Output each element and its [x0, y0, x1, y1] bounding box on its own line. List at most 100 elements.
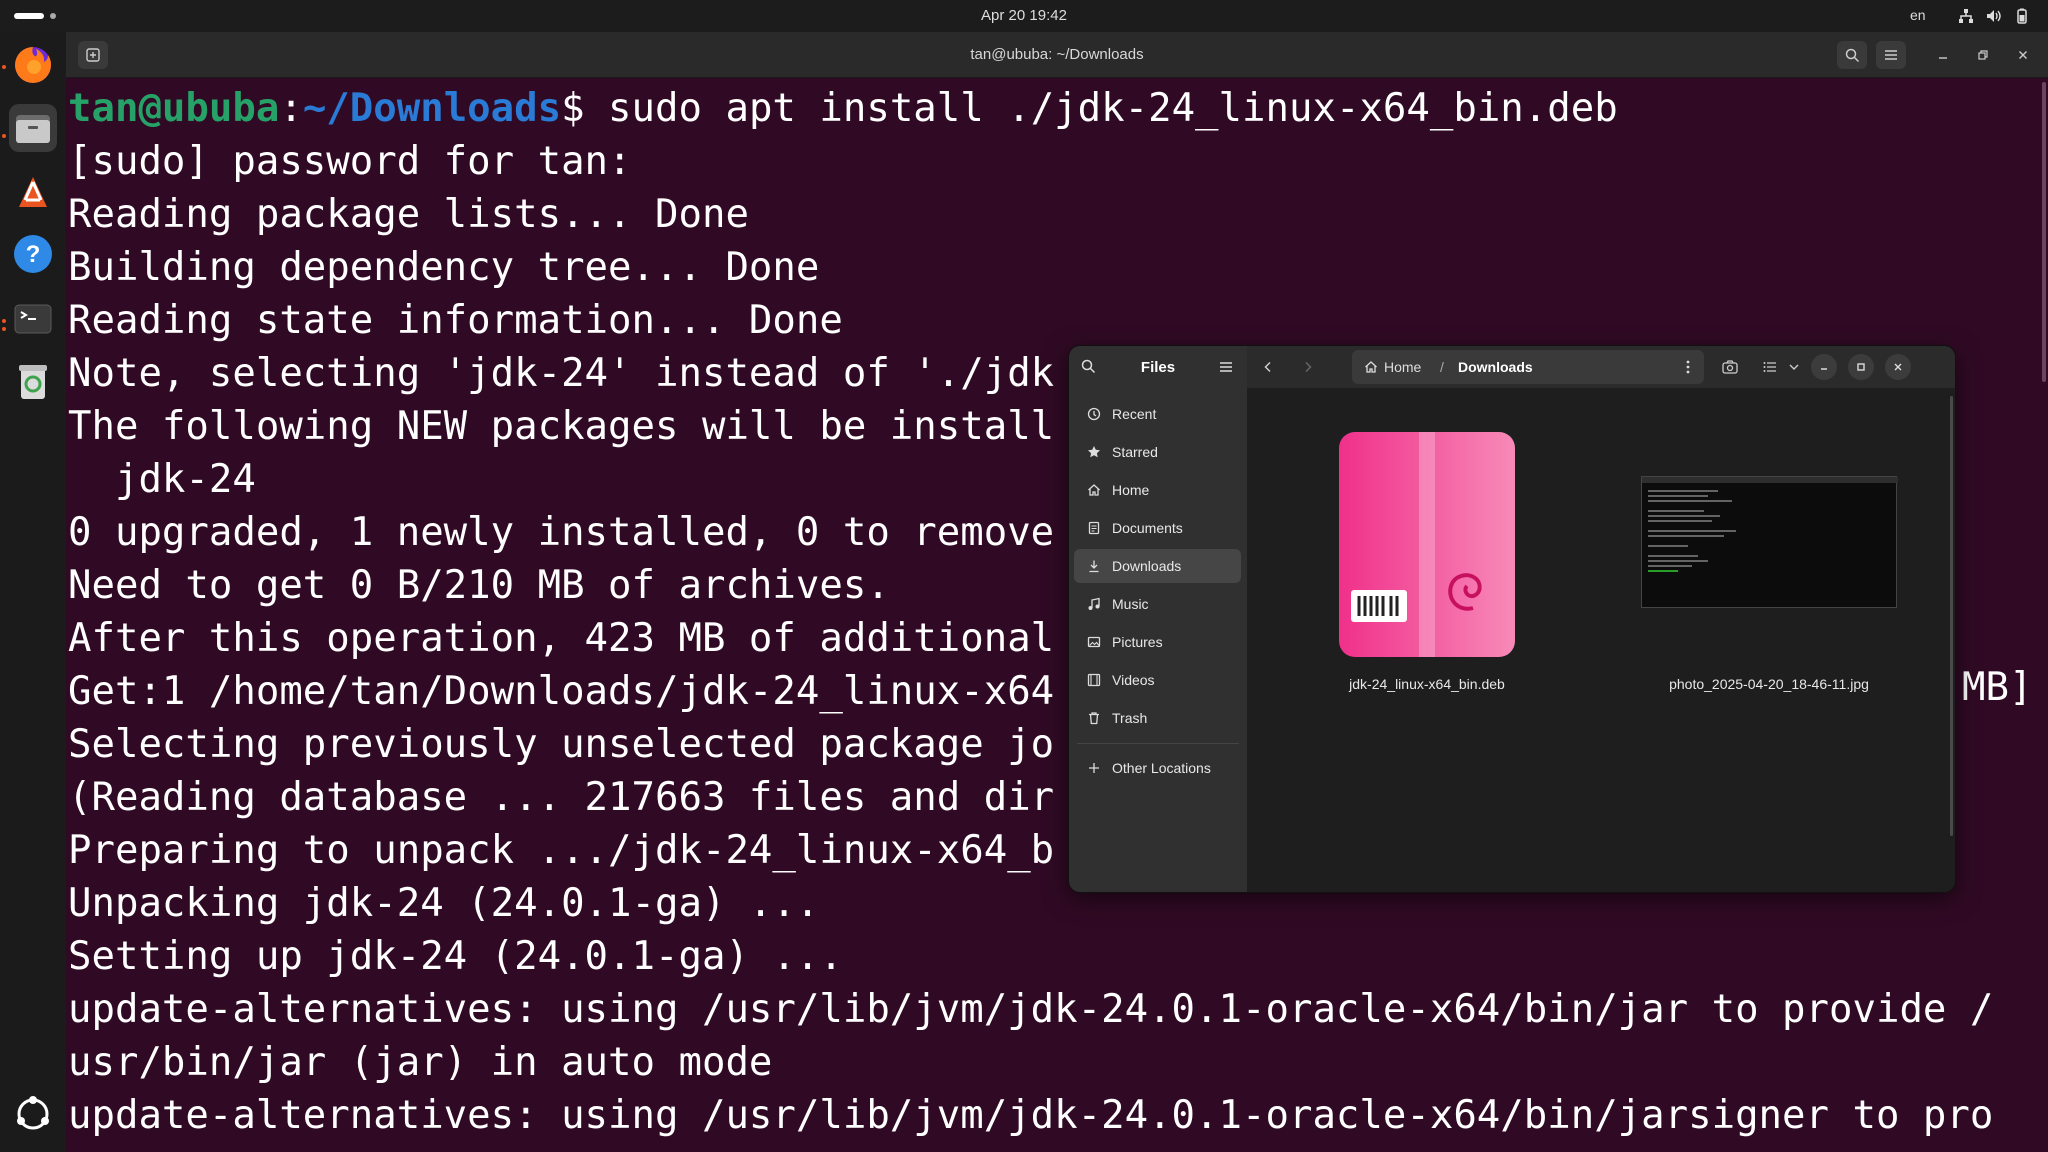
file-item-deb[interactable]: [1337, 430, 1517, 664]
svg-text:?: ?: [26, 241, 41, 268]
file-item-photo[interactable]: [1641, 476, 1898, 608]
output-line: Selecting previously unselected package …: [68, 722, 1055, 767]
dock-app-center[interactable]: [9, 167, 57, 215]
dock-trash[interactable]: [9, 358, 57, 406]
sidebar-item-downloads[interactable]: Downloads: [1074, 549, 1241, 583]
terminal-headerbar: tan@ububa: ~/Downloads: [66, 32, 2048, 78]
output-line: Preparing to unpack .../jdk-24_linux-x64…: [68, 828, 1055, 873]
prompt-dollar: $: [561, 86, 585, 131]
files-maximize-button[interactable]: [1848, 354, 1874, 380]
volume-icon[interactable]: [1986, 8, 2002, 24]
dock-firefox[interactable]: [9, 41, 57, 89]
picture-icon: [1086, 634, 1102, 650]
sidebar-item-label: Starred: [1112, 444, 1158, 460]
dock: ?: [0, 32, 66, 1152]
input-language[interactable]: en: [1910, 7, 1926, 23]
dock-terminal[interactable]: [9, 295, 57, 343]
prompt-separator: :: [279, 86, 303, 131]
files-icon: [16, 115, 50, 143]
sidebar-item-trash[interactable]: Trash: [1074, 701, 1241, 735]
search-files-button[interactable]: [1717, 354, 1743, 380]
trash-icon: [19, 365, 47, 399]
sidebar-item-label: Pictures: [1112, 634, 1163, 650]
terminal-close-button[interactable]: [2008, 41, 2038, 69]
plus-icon: [1086, 760, 1102, 776]
prompt-path: ~/Downloads: [302, 86, 562, 131]
breadcrumb-current[interactable]: Downloads: [1458, 359, 1533, 375]
view-list-button[interactable]: [1757, 354, 1783, 380]
chevron-left-icon: [1264, 361, 1271, 373]
output-line: 0 upgraded, 1 newly installed, 0 to remo…: [68, 510, 1055, 555]
sidebar-item-label: Downloads: [1112, 558, 1182, 574]
minimize-icon: [1939, 57, 1947, 59]
terminal-title: tan@ububa: ~/Downloads: [970, 46, 1144, 63]
output-line: jdk-24: [68, 457, 256, 502]
output-line: Unpacking jdk-24 (24.0.1-ga) ...: [68, 881, 820, 926]
close-icon: [2019, 51, 2027, 59]
files-close-button[interactable]: [1885, 354, 1911, 380]
sidebar-item-label: Documents: [1112, 520, 1183, 536]
output-line: Setting up jdk-24 (24.0.1-ga) ...: [68, 934, 843, 979]
sidebar-item-pictures[interactable]: Pictures: [1074, 625, 1241, 659]
breadcrumb-home[interactable]: Home: [1384, 359, 1421, 375]
clock[interactable]: Apr 20 19:42: [0, 7, 2048, 24]
battery-icon[interactable]: [2014, 8, 2030, 24]
sidebar-item-home[interactable]: Home: [1074, 473, 1241, 507]
terminal-restore-button[interactable]: [1968, 41, 1998, 69]
sidebar-item-label: Music: [1112, 596, 1149, 612]
forward-button[interactable]: [1295, 354, 1321, 380]
show-apps-icon: [17, 1096, 49, 1130]
sidebar-item-other-locations[interactable]: Other Locations: [1074, 751, 1241, 785]
output-line: [sudo] password for tan:: [68, 139, 632, 184]
terminal-scrollbar[interactable]: [2042, 82, 2046, 382]
output-line: Building dependency tree... Done: [68, 245, 820, 290]
firefox-icon: [15, 47, 51, 83]
files-minimize-button[interactable]: [1811, 354, 1837, 380]
more-options-icon[interactable]: [1686, 360, 1690, 374]
files-headerbar: Home / Downloads: [1247, 346, 1955, 388]
image-thumbnail: [1642, 477, 1898, 572]
output-line: Note, selecting 'jdk-24' instead of './j…: [68, 351, 1055, 396]
terminal-minimize-button[interactable]: [1928, 41, 1958, 69]
dock-show-apps[interactable]: [9, 1090, 57, 1138]
dock-help[interactable]: ?: [9, 230, 57, 278]
output-line: Get:1 /home/tan/Downloads/jdk-24_linux-x…: [68, 669, 1055, 714]
output-line: usr/bin/jar (jar) in auto mode: [68, 1040, 773, 1085]
download-icon: [1086, 558, 1102, 574]
files-content: Home / Downloads jdk-24_linux-x64_bin.de…: [1247, 346, 1955, 892]
terminal-search-button[interactable]: [1837, 41, 1867, 69]
output-line: update-alternatives: using /usr/lib/jvm/…: [68, 1093, 1994, 1138]
close-icon: [1894, 363, 1902, 371]
running-indicator: [2, 65, 6, 69]
sidebar-item-label: Other Locations: [1112, 760, 1211, 776]
files-menu-button[interactable]: [1219, 360, 1233, 378]
running-indicator: [2, 134, 6, 138]
sidebar-item-documents[interactable]: Documents: [1074, 511, 1241, 545]
sidebar-item-starred[interactable]: Starred: [1074, 435, 1241, 469]
hamburger-menu-icon: [1885, 50, 1897, 60]
network-icon[interactable]: [1958, 8, 1974, 24]
minimize-icon: [1821, 368, 1827, 370]
output-line: Reading package lists... Done: [68, 192, 749, 237]
files-sidebar: Files Recent Starred Home Documents Down…: [1069, 346, 1247, 892]
back-button[interactable]: [1255, 354, 1281, 380]
path-bar[interactable]: Home / Downloads: [1352, 350, 1704, 384]
terminal-menu-button[interactable]: [1876, 41, 1906, 69]
clock-icon: [1086, 406, 1102, 422]
top-bar: Apr 20 19:42 en: [0, 0, 2048, 32]
sidebar-item-recent[interactable]: Recent: [1074, 397, 1241, 431]
list-view-icon: [1763, 362, 1776, 372]
output-line: update-alternatives: using /usr/lib/jvm/…: [68, 987, 1994, 1032]
restore-icon: [1978, 50, 1988, 60]
search-icon: [1845, 48, 1859, 62]
sidebar-item-videos[interactable]: Videos: [1074, 663, 1241, 697]
hamburger-menu-icon: [1220, 362, 1232, 372]
deb-package-icon: [1339, 432, 1515, 657]
view-options-dropdown[interactable]: [1781, 354, 1807, 380]
home-icon: [1086, 482, 1102, 498]
command-text: sudo apt install ./jdk-24_linux-x64_bin.…: [584, 86, 1618, 131]
files-scrollbar[interactable]: [1950, 396, 1953, 836]
dock-files[interactable]: [9, 104, 57, 152]
sidebar-item-music[interactable]: Music: [1074, 587, 1241, 621]
trash-icon: [1086, 710, 1102, 726]
